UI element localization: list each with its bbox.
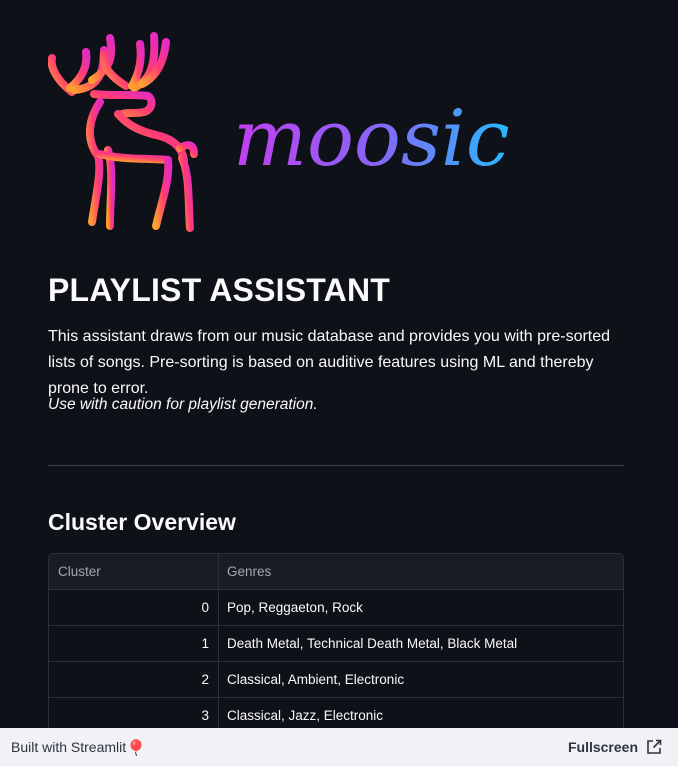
fullscreen-button[interactable]: Fullscreen — [568, 739, 662, 755]
built-with-streamlit[interactable]: Built with Streamlit — [11, 738, 143, 756]
column-header-genres[interactable]: Genres — [219, 554, 623, 589]
table-row[interactable]: 1 Death Metal, Technical Death Metal, Bl… — [49, 626, 623, 662]
genres-cell[interactable]: Pop, Reggaeton, Rock — [219, 590, 623, 625]
moose-logo-icon: moosic — [48, 32, 510, 232]
table-header: Cluster Genres — [49, 554, 623, 590]
cluster-cell[interactable]: 1 — [49, 626, 219, 661]
fullscreen-label[interactable]: Fullscreen — [568, 739, 638, 755]
cluster-cell[interactable]: 0 — [49, 590, 219, 625]
balloon-icon — [130, 738, 142, 756]
streamlit-footer: Built with Streamlit Fullscreen — [0, 728, 678, 766]
table-row[interactable]: 0 Pop, Reggaeton, Rock — [49, 590, 623, 626]
column-header-cluster[interactable]: Cluster — [49, 554, 219, 589]
cluster-table[interactable]: Cluster Genres 0 Pop, Reggaeton, Rock 1 … — [48, 553, 624, 735]
external-link-icon — [647, 739, 662, 754]
divider — [48, 465, 624, 466]
intro-text: This assistant draws from our music data… — [48, 328, 611, 397]
genres-cell[interactable]: Classical, Ambient, Electronic — [219, 662, 623, 697]
moosic-wordmark: moosic — [233, 94, 510, 184]
page-title: PLAYLIST ASSISTANT — [48, 272, 391, 308]
built-with-label[interactable]: Built with Streamlit — [11, 739, 126, 755]
cluster-cell[interactable]: 2 — [49, 662, 219, 697]
cluster-overview-title: Cluster Overview — [48, 509, 236, 535]
genres-cell[interactable]: Death Metal, Technical Death Metal, Blac… — [219, 626, 623, 661]
table-row[interactable]: 2 Classical, Ambient, Electronic — [49, 662, 623, 698]
caution-text: Use with caution for playlist generation… — [48, 396, 318, 413]
app-page: moosic PLAYLIST ASSISTANT This assistant… — [0, 0, 678, 766]
